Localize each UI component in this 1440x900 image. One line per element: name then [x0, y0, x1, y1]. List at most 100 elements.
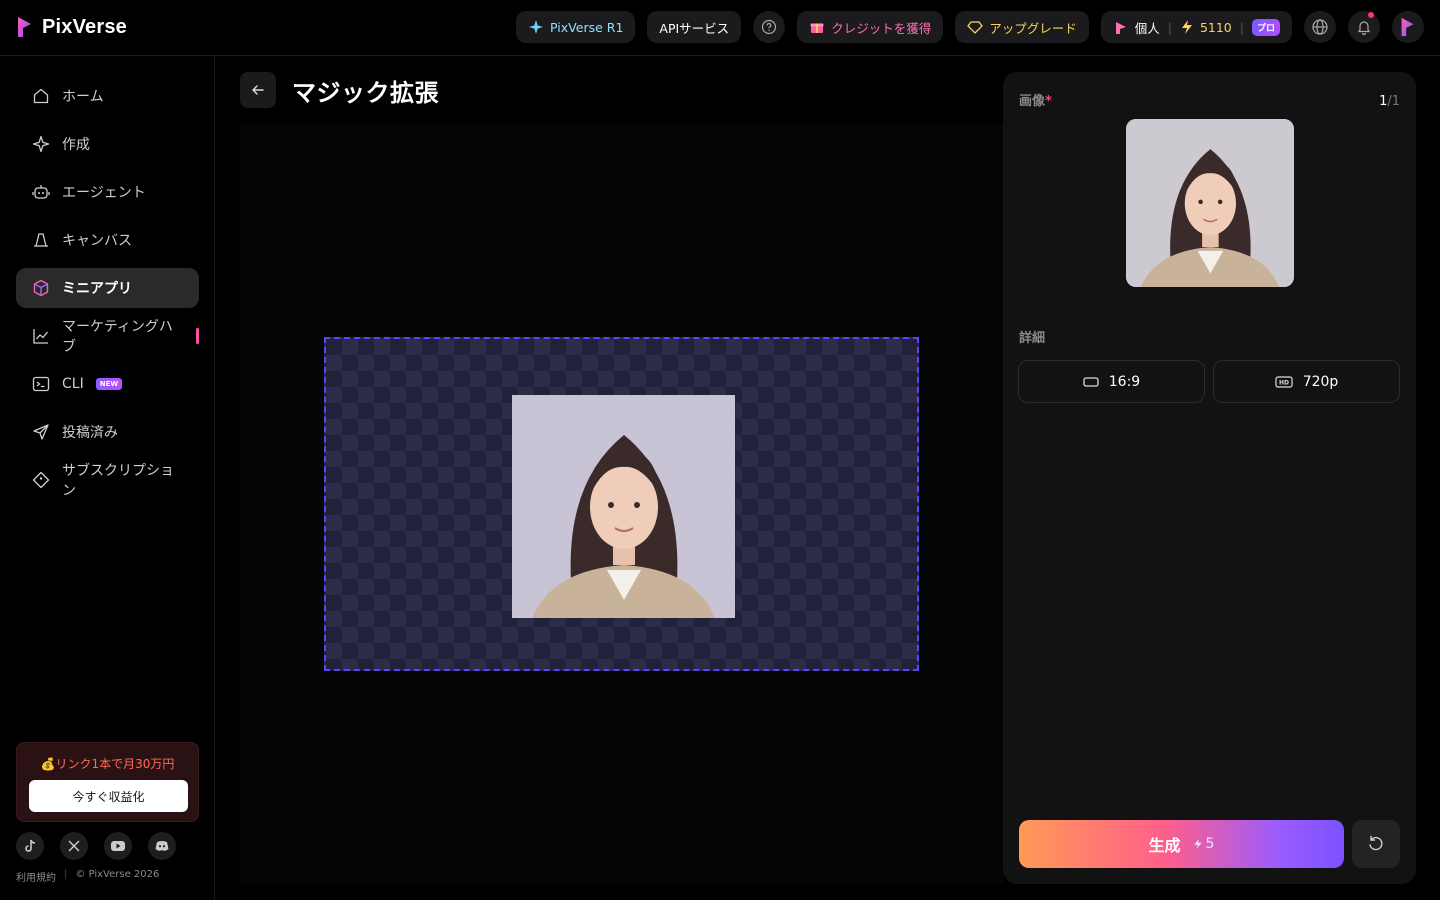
sidebar-nav: ホーム 作成 エージェント キャンバス ミニアプリ マーケティングハブ CLI …: [16, 76, 199, 508]
generate-cost: 5: [1193, 836, 1214, 852]
upgrade-label: アップグレード: [989, 20, 1077, 36]
sidebar-item-label: マーケティングハブ: [62, 319, 173, 355]
home-icon: [33, 88, 49, 104]
sidebar-item-cli[interactable]: CLI NEW: [16, 364, 199, 404]
earn-credits-button[interactable]: クレジットを獲得: [797, 11, 944, 43]
terminal-icon: [32, 376, 50, 392]
sidebar-item-agent[interactable]: エージェント: [16, 172, 199, 212]
hd-icon: HD: [1275, 375, 1293, 388]
sidebar-item-label: 作成: [62, 137, 90, 153]
reset-icon: [1369, 835, 1383, 851]
credit-count: 5110: [1199, 19, 1232, 35]
sidebar-item-subscription[interactable]: サブスクリプション: [16, 460, 199, 500]
expand-frame[interactable]: [324, 337, 919, 671]
aspect-ratio-button[interactable]: 16:9: [1018, 360, 1205, 403]
sidebar: ホーム 作成 エージェント キャンバス ミニアプリ マーケティングハブ CLI …: [0, 56, 215, 900]
robot-icon: [32, 185, 50, 199]
globe-icon: [1312, 19, 1328, 35]
new-badge: NEW: [95, 378, 123, 390]
uploaded-image-thumbnail[interactable]: [1126, 119, 1294, 287]
bell-icon: [1357, 21, 1371, 35]
gift-icon: [810, 23, 824, 33]
sparkle-icon: [32, 135, 50, 153]
sidebar-footer: 利用規約 | © PixVerse 2026: [16, 869, 160, 884]
aspect-ratio-value: 16:9: [1108, 373, 1141, 390]
sidebar-item-mini-apps[interactable]: ミニアプリ: [16, 268, 199, 308]
sidebar-item-marketing-hub[interactable]: マーケティングハブ: [16, 316, 199, 356]
help-icon: [762, 19, 777, 35]
upgrade-button[interactable]: アップグレード: [955, 11, 1089, 43]
chart-icon: [33, 329, 49, 344]
account-label: 個人: [1134, 20, 1160, 36]
pixverse-r1-button[interactable]: PixVerse R1: [516, 11, 636, 43]
canvas-icon: [34, 233, 48, 247]
send-icon: [33, 424, 49, 440]
arrow-left-icon: [252, 85, 264, 95]
top-bar: PixVerse PixVerse R1 APIサービス クレジットを獲得 アッ…: [0, 0, 1440, 56]
discord-icon[interactable]: [148, 832, 176, 860]
counter-total: /1: [1387, 94, 1400, 109]
sidebar-item-home[interactable]: ホーム: [16, 76, 199, 116]
monetize-promo: 💰リンク1本で月30万円 今すぐ収益化: [16, 742, 199, 822]
sidebar-item-label: キャンバス: [62, 233, 132, 249]
promo-text: 💰リンク1本で月30万円: [40, 757, 175, 771]
page-title: マジック拡張: [292, 78, 439, 107]
generate-label: 生成: [1148, 836, 1181, 855]
language-button[interactable]: [1304, 11, 1336, 43]
app-logo[interactable]: PixVerse: [16, 15, 127, 39]
pixverse-r1-label: PixVerse R1: [550, 19, 624, 35]
social-links: [16, 832, 176, 860]
api-service-label: APIサービス: [659, 20, 730, 36]
monetize-button[interactable]: 今すぐ収益化: [29, 780, 188, 812]
required-mark: *: [1045, 94, 1052, 109]
portrait-image: [512, 395, 735, 618]
resolution-value: 720p: [1302, 373, 1339, 390]
diamond-icon: [32, 471, 50, 489]
workspace-icon: [1115, 22, 1126, 34]
marketing-indicator: [196, 328, 199, 344]
tiktok-icon[interactable]: [16, 832, 44, 860]
resolution-button[interactable]: HD 720p: [1213, 360, 1400, 403]
sidebar-item-label: ミニアプリ: [62, 281, 132, 297]
user-avatar[interactable]: [1392, 11, 1424, 43]
notifications-button[interactable]: [1348, 11, 1380, 43]
page-header: マジック拡張: [240, 72, 439, 108]
sidebar-item-label: CLI: [62, 376, 84, 392]
details-label: 詳細: [1019, 331, 1046, 346]
account-credits-button[interactable]: 個人 | 5110 | プロ: [1100, 11, 1292, 43]
sidebar-item-label: エージェント: [62, 185, 146, 201]
settings-panel: 画像* 1/1 詳細 16:9 HD 720p 生成 5: [1003, 72, 1416, 884]
youtube-icon[interactable]: [104, 832, 132, 860]
sparkle-icon: [529, 20, 544, 34]
sidebar-item-posted[interactable]: 投稿済み: [16, 412, 199, 452]
sidebar-item-label: ホーム: [62, 89, 104, 105]
lightning-icon: [1181, 20, 1192, 34]
sidebar-item-label: サブスクリプション: [62, 463, 174, 499]
plan-badge: プロ: [1251, 18, 1280, 36]
app-name: PixVerse: [42, 15, 128, 38]
portrait-thumbnail: [1126, 119, 1294, 287]
reset-button[interactable]: [1352, 820, 1400, 868]
back-button[interactable]: [240, 72, 276, 108]
terms-link[interactable]: 利用規約: [16, 869, 56, 884]
image-counter: 1/1: [1379, 94, 1400, 109]
editor-canvas[interactable]: [240, 124, 1003, 884]
sidebar-item-label: 投稿済み: [62, 425, 118, 441]
aspect-ratio-icon: [1083, 376, 1099, 387]
pixverse-logo-icon: [18, 17, 31, 37]
help-button[interactable]: [753, 11, 786, 43]
api-service-button[interactable]: APIサービス: [647, 11, 742, 43]
source-image: [512, 395, 735, 618]
image-label: 画像: [1019, 94, 1046, 109]
diamond-icon: [967, 21, 984, 34]
copyright-text: © PixVerse 2026: [75, 869, 160, 880]
cube-icon: [33, 279, 49, 297]
earn-credits-label: クレジットを獲得: [831, 20, 932, 36]
sidebar-item-create[interactable]: 作成: [16, 124, 199, 164]
sidebar-item-canvas[interactable]: キャンバス: [16, 220, 199, 260]
image-section-label: 画像*: [1019, 90, 1052, 109]
generate-button[interactable]: 生成 5: [1019, 820, 1344, 868]
x-icon[interactable]: [60, 832, 88, 860]
avatar-logo-icon: [1401, 17, 1414, 37]
svg-text:HD: HD: [1279, 379, 1289, 386]
